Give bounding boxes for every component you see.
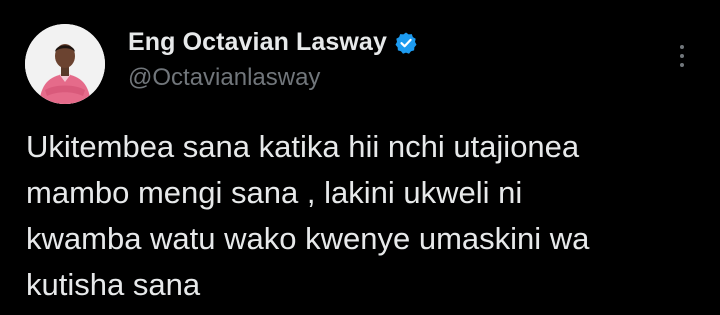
tweet-text-line: kwamba watu wako kwenye umaskini wa — [26, 221, 590, 256]
tweet-card: Eng Octavian Lasway @Octavianlasway Ukit… — [0, 0, 720, 315]
tweet-text-line: mambo mengi sana , lakini ukweli ni — [26, 175, 523, 210]
more-options-icon-dot — [680, 63, 684, 67]
author-name-row: Eng Octavian Lasway — [128, 28, 418, 57]
more-options-icon — [680, 45, 684, 49]
more-options-icon-dot — [680, 54, 684, 58]
author-handle[interactable]: @Octavianlasway — [128, 64, 320, 92]
verified-badge-icon[interactable] — [394, 31, 418, 55]
tweet-text-line: kutisha sana — [26, 267, 201, 302]
profile-photo-icon — [25, 24, 105, 104]
tweet-text-line: Ukitembea sana katika hii nchi utajionea — [26, 129, 580, 164]
more-options-button[interactable] — [668, 38, 696, 74]
display-name[interactable]: Eng Octavian Lasway — [128, 28, 387, 57]
tweet-text: Ukitembea sana katika hii nchi utajionea… — [26, 124, 706, 308]
avatar[interactable] — [25, 24, 105, 104]
